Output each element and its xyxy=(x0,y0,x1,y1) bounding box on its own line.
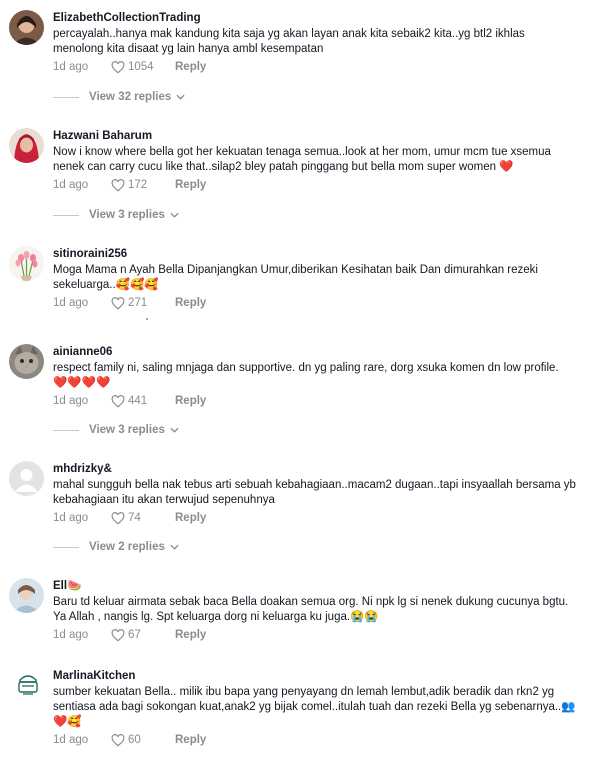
heart-outline-icon xyxy=(111,394,125,408)
view-replies-label: View 3 replies xyxy=(89,424,165,436)
chevron-down-icon xyxy=(170,544,179,550)
view-replies-button[interactable]: View 32 replies xyxy=(53,91,185,103)
timestamp: 1d ago xyxy=(53,179,89,191)
like-button[interactable]: 67 xyxy=(111,628,175,642)
timestamp: 1d ago xyxy=(53,512,89,524)
chevron-down-icon xyxy=(170,212,179,218)
like-count: 1054 xyxy=(128,61,154,73)
timestamp: 1d ago xyxy=(53,395,89,407)
chevron-down-icon xyxy=(170,427,179,433)
comment-text: Now i know where bella got her kekuatan … xyxy=(53,146,551,173)
like-count: 74 xyxy=(128,512,141,524)
like-button[interactable]: 441 xyxy=(111,394,175,408)
avatar[interactable] xyxy=(9,10,44,45)
view-replies-label: View 3 replies xyxy=(89,209,165,221)
view-replies-label: View 2 replies xyxy=(89,541,165,553)
username[interactable]: Ell🍉 xyxy=(53,578,576,594)
comment-meta: 1d ago 67 Reply xyxy=(53,627,576,643)
reply-button[interactable]: Reply xyxy=(175,61,206,73)
like-button[interactable]: 60 xyxy=(111,733,175,747)
divider xyxy=(53,214,79,216)
comment-text: Moga Mama n Ayah Bella Dipanjangkan Umur… xyxy=(53,264,538,291)
heart-outline-icon xyxy=(111,733,125,747)
heart-outline-icon xyxy=(111,628,125,642)
timestamp: 1d ago xyxy=(53,734,89,746)
like-button[interactable]: 271 xyxy=(111,296,175,310)
avatar[interactable] xyxy=(9,461,44,496)
username[interactable]: ElizabethCollectionTrading xyxy=(53,10,576,26)
avatar[interactable] xyxy=(9,344,44,379)
cake-logo-icon xyxy=(13,670,43,700)
view-replies-button[interactable]: View 3 replies xyxy=(53,209,179,221)
comment-meta: 1d ago 172 Reply xyxy=(53,177,576,193)
heart-outline-icon xyxy=(111,178,125,192)
comment-meta: 1d ago 60 Reply xyxy=(53,732,576,748)
reply-button[interactable]: Reply xyxy=(175,512,206,524)
avatar[interactable] xyxy=(9,128,44,163)
divider xyxy=(53,429,79,431)
comment-text: mahal sungguh bella nak tebus arti sebua… xyxy=(53,479,576,506)
comment-meta: 1d ago 441 Reply xyxy=(53,393,576,409)
heart-outline-icon xyxy=(111,296,125,310)
comment-meta: 1d ago 74 Reply xyxy=(53,510,576,526)
username[interactable]: sitinoraini256 xyxy=(53,246,576,262)
like-count: 441 xyxy=(128,395,148,407)
reply-button[interactable]: Reply xyxy=(175,297,206,309)
avatar[interactable] xyxy=(13,670,43,700)
default-avatar-icon xyxy=(9,461,44,496)
separator-dot xyxy=(146,318,148,320)
comment-text: respect family ni, saling mnjaga dan sup… xyxy=(53,362,559,389)
like-button[interactable]: 172 xyxy=(111,178,175,192)
view-replies-button[interactable]: View 2 replies xyxy=(53,541,179,553)
like-button[interactable]: 74 xyxy=(111,511,175,525)
like-count: 271 xyxy=(128,297,148,309)
timestamp: 1d ago xyxy=(53,61,89,73)
heart-outline-icon xyxy=(111,511,125,525)
comment-meta: 1d ago 271 Reply xyxy=(53,295,576,311)
heart-outline-icon xyxy=(111,60,125,74)
reply-button[interactable]: Reply xyxy=(175,734,206,746)
username[interactable]: mhdrizky& xyxy=(53,461,576,477)
like-count: 60 xyxy=(128,734,141,746)
avatar[interactable] xyxy=(9,578,44,613)
reply-button[interactable]: Reply xyxy=(175,179,206,191)
view-replies-button[interactable]: View 3 replies xyxy=(53,424,179,436)
comment-feed: ElizabethCollectionTrading percayalah..h… xyxy=(0,0,590,762)
username[interactable]: ainianne06 xyxy=(53,344,576,360)
comment-meta: 1d ago 1054 Reply xyxy=(53,59,576,75)
divider xyxy=(53,96,79,98)
divider xyxy=(53,546,79,548)
like-count: 67 xyxy=(128,629,141,641)
like-button[interactable]: 1054 xyxy=(111,60,175,74)
timestamp: 1d ago xyxy=(53,629,89,641)
username[interactable]: Hazwani Baharum xyxy=(53,128,576,144)
reply-button[interactable]: Reply xyxy=(175,395,206,407)
timestamp: 1d ago xyxy=(53,297,89,309)
comment-text: sumber kekuatan Bella.. milik ibu bapa y… xyxy=(53,686,576,728)
comment-text: Baru td keluar airmata sebak baca Bella … xyxy=(53,596,569,623)
reply-button[interactable]: Reply xyxy=(175,629,206,641)
view-replies-label: View 32 replies xyxy=(89,91,172,103)
username[interactable]: MarlinaKitchen xyxy=(53,668,576,684)
chevron-down-icon xyxy=(176,94,185,100)
avatar[interactable] xyxy=(9,246,44,281)
like-count: 172 xyxy=(128,179,148,191)
comment-text: percayalah..hanya mak kandung kita saja … xyxy=(53,28,525,55)
